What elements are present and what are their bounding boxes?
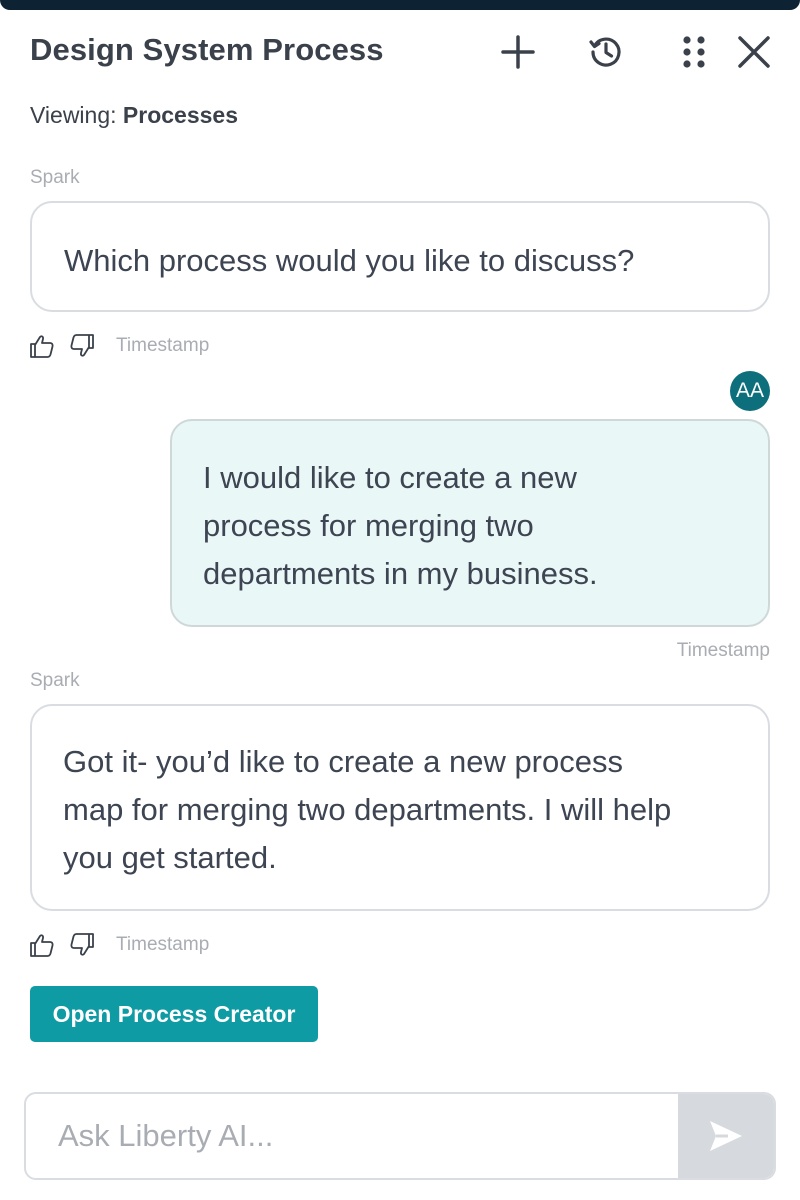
new-chat-button[interactable] xyxy=(496,30,540,74)
thumbs-up-icon xyxy=(30,934,54,957)
open-process-creator-button[interactable]: Open Process Creator xyxy=(30,986,318,1042)
thumbs-down-icon xyxy=(70,933,94,956)
message-timestamp: Timestamp xyxy=(116,335,210,356)
message-line: Got it- you’d like to create a new proce… xyxy=(63,744,623,779)
message-timestamp: Timestamp xyxy=(676,640,770,661)
user-message: I would like to create a new process for… xyxy=(170,419,770,627)
history-icon xyxy=(588,34,624,70)
send-button[interactable] xyxy=(678,1094,774,1178)
plus-icon xyxy=(500,34,536,70)
drag-handle-button[interactable] xyxy=(672,30,716,74)
viewing-value: Processes xyxy=(122,102,239,128)
panel-title: Design System Process xyxy=(30,32,384,67)
message-feedback: Timestamp xyxy=(28,332,209,360)
message-feedback: Timestamp xyxy=(28,931,209,959)
message-timestamp: Timestamp xyxy=(116,934,210,955)
thumbs-down-icon xyxy=(70,334,94,357)
thumbs-up-button[interactable] xyxy=(28,931,56,959)
assistant-message: Got it- you’d like to create a new proce… xyxy=(30,704,770,911)
history-button[interactable] xyxy=(584,30,628,74)
thumbs-up-button[interactable] xyxy=(28,332,56,360)
close-icon xyxy=(737,35,771,69)
close-button[interactable] xyxy=(732,30,776,74)
user-avatar: AA xyxy=(730,371,770,411)
message-line: you get started. xyxy=(63,840,277,875)
sender-label: Spark xyxy=(30,670,80,691)
thumbs-up-icon xyxy=(30,335,54,358)
message-line: departments in my business. xyxy=(203,556,598,591)
thumbs-down-button[interactable] xyxy=(68,931,96,959)
assistant-message: Which process would you like to discuss? xyxy=(30,201,770,312)
message-line: map for merging two departments. I will … xyxy=(63,792,672,827)
viewing-label: Viewing: xyxy=(30,102,123,128)
top-bar xyxy=(0,0,800,10)
message-line: I would like to create a new xyxy=(203,460,577,495)
message-text: Which process would you like to discuss? xyxy=(64,243,635,278)
message-line: process for merging two xyxy=(203,508,534,543)
thumbs-down-button[interactable] xyxy=(68,332,96,360)
send-icon xyxy=(710,1121,742,1151)
sender-label: Spark xyxy=(30,167,80,188)
viewing-context: Viewing: Processes xyxy=(30,102,238,129)
chat-input[interactable] xyxy=(26,1094,682,1178)
chat-composer xyxy=(24,1092,776,1180)
drag-grid-icon xyxy=(679,34,709,70)
